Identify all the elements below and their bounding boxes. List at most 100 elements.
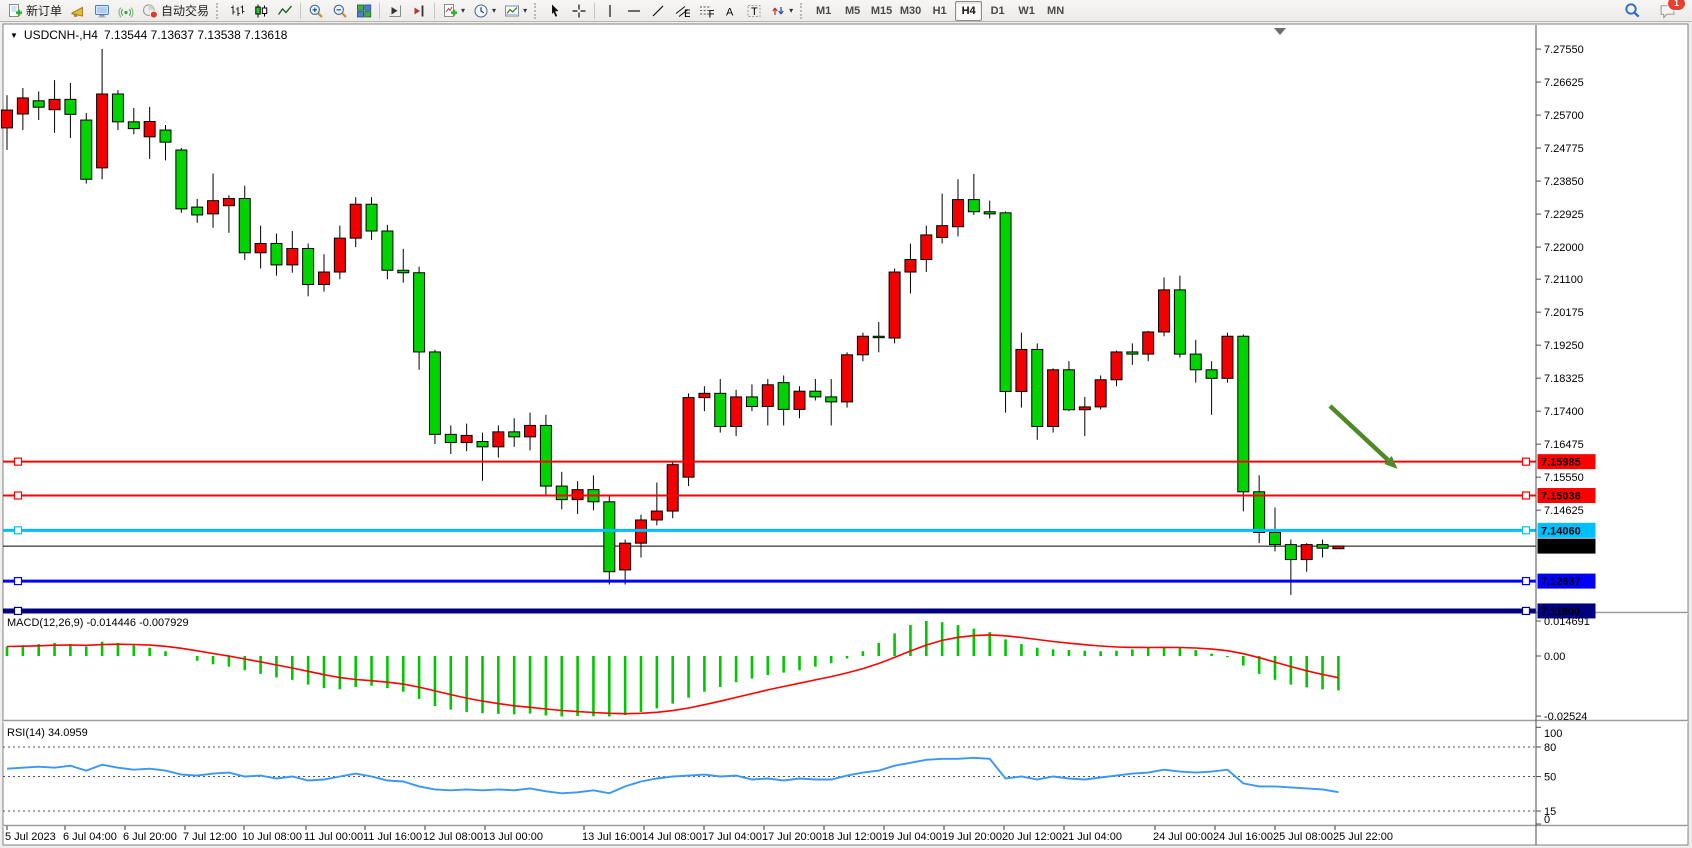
toolbar-grip	[216, 3, 221, 19]
svg-text:7.15036: 7.15036	[1541, 491, 1581, 503]
line-chart-button[interactable]	[273, 0, 297, 22]
svg-text:0: 0	[1544, 814, 1550, 826]
tf-M5[interactable]: M5	[839, 1, 866, 21]
svg-text:7.22000: 7.22000	[1544, 242, 1584, 254]
text-label-button[interactable]: T	[742, 0, 766, 22]
svg-text:19 Jul 20:00: 19 Jul 20:00	[942, 831, 1002, 843]
equidistant-channel-icon: E	[674, 3, 690, 19]
clock-icon	[473, 3, 489, 19]
auto-trading-label: 自动交易	[161, 2, 209, 19]
svg-text:A: A	[726, 6, 734, 18]
svg-text:0.014691: 0.014691	[1544, 616, 1590, 628]
chart-shift-icon	[411, 3, 427, 19]
tile-windows-button[interactable]	[352, 0, 376, 22]
svg-text:7.23850: 7.23850	[1544, 176, 1584, 188]
svg-text:50: 50	[1544, 772, 1556, 784]
search-button[interactable]	[1620, 0, 1645, 22]
zoom-out-icon	[332, 3, 348, 19]
tf-D1[interactable]: D1	[984, 1, 1011, 21]
trendline-icon	[650, 3, 666, 19]
svg-text:19 Jul 04:00: 19 Jul 04:00	[882, 831, 942, 843]
signal-icon	[118, 3, 134, 19]
fibonacci-icon: F	[698, 3, 714, 19]
search-icon	[1624, 2, 1641, 19]
terminal-button[interactable]	[90, 0, 114, 22]
auto-scroll-button[interactable]	[383, 0, 407, 22]
svg-text:10 Jul 08:00: 10 Jul 08:00	[242, 831, 302, 843]
toolbar-separator	[379, 3, 380, 19]
text-label-icon: T	[746, 3, 762, 19]
svg-text:17 Jul 20:00: 17 Jul 20:00	[762, 831, 822, 843]
equidistant-channel-button[interactable]: E	[670, 0, 694, 22]
tf-W1[interactable]: W1	[1013, 1, 1040, 21]
templates-button[interactable]: ▾	[500, 0, 531, 22]
periods-button[interactable]: ▾	[469, 0, 500, 22]
horn-button[interactable]	[66, 0, 90, 22]
bar-chart-icon	[229, 3, 245, 19]
svg-text:80: 80	[1544, 742, 1556, 754]
svg-text:7.16475: 7.16475	[1544, 439, 1584, 451]
candlestick-button[interactable]	[249, 0, 273, 22]
tf-M1[interactable]: M1	[810, 1, 837, 21]
tf-M15[interactable]: M15	[868, 1, 895, 21]
line-chart-icon	[277, 3, 293, 19]
candlestick-icon	[253, 3, 269, 19]
svg-text:F: F	[709, 8, 715, 19]
price-chart-canvas[interactable]: 7.275507.266257.257007.247757.238507.229…	[0, 0, 1692, 848]
zoom-out-button[interactable]	[328, 0, 352, 22]
fibonacci-button[interactable]: F	[694, 0, 718, 22]
horizontal-line-button[interactable]	[622, 0, 646, 22]
horizontal-line-icon	[626, 3, 642, 19]
zoom-in-icon	[308, 3, 324, 19]
svg-text:24 Jul 00:00: 24 Jul 00:00	[1153, 831, 1213, 843]
crosshair-button[interactable]	[567, 0, 591, 22]
cursor-arrow-icon	[547, 3, 563, 19]
arrows-icon	[770, 3, 786, 19]
auto-trading-button[interactable]: 自动交易	[138, 0, 213, 22]
toolbar-separator	[594, 3, 595, 19]
vertical-line-button[interactable]	[598, 0, 622, 22]
svg-text:7.18325: 7.18325	[1544, 373, 1584, 385]
tf-M30[interactable]: M30	[897, 1, 924, 21]
tf-H1[interactable]: H1	[926, 1, 953, 21]
trendline-button[interactable]	[646, 0, 670, 22]
svg-text:18 Jul 12:00: 18 Jul 12:00	[822, 831, 882, 843]
svg-text:7.24775: 7.24775	[1544, 143, 1584, 155]
cursor-button[interactable]	[543, 0, 567, 22]
svg-text:20 Jul 12:00: 20 Jul 12:00	[1002, 831, 1062, 843]
chat-button[interactable]: 1	[1655, 0, 1680, 22]
toolbar-grip	[534, 3, 539, 19]
signal-button[interactable]	[114, 0, 138, 22]
svg-text:6 Jul 04:00: 6 Jul 04:00	[63, 831, 117, 843]
main-toolbar: 新订单 自动交易	[0, 0, 1692, 22]
svg-text:17 Jul 04:00: 17 Jul 04:00	[702, 831, 762, 843]
svg-text:7.26625: 7.26625	[1544, 77, 1584, 89]
notification-badge: 1	[1667, 0, 1686, 11]
svg-text:7 Jul 12:00: 7 Jul 12:00	[183, 831, 237, 843]
text-icon: A	[722, 3, 738, 19]
vertical-line-icon	[602, 3, 618, 19]
text-button[interactable]: A	[718, 0, 742, 22]
tf-H4[interactable]: H4	[955, 1, 982, 21]
svg-text:25 Jul 08:00: 25 Jul 08:00	[1273, 831, 1333, 843]
auto-trading-icon	[142, 3, 158, 19]
timeframe-buttons: M1M5M15M30H1H4D1W1MN	[809, 1, 1070, 21]
indicators-button[interactable]: ▾	[438, 0, 469, 22]
bar-chart-button[interactable]	[225, 0, 249, 22]
chart-shift-button[interactable]	[407, 0, 431, 22]
svg-text:7.13618: 7.13618	[1541, 541, 1581, 553]
new-order-label: 新订单	[26, 2, 62, 19]
new-order-button[interactable]: 新订单	[3, 0, 66, 22]
svg-text:13 Jul 16:00: 13 Jul 16:00	[582, 831, 642, 843]
svg-text:7.15985: 7.15985	[1541, 457, 1581, 469]
toolbar-grip	[800, 3, 805, 19]
svg-text:25 Jul 22:00: 25 Jul 22:00	[1333, 831, 1393, 843]
horn-icon	[70, 3, 86, 19]
svg-text:7.14625: 7.14625	[1544, 505, 1584, 517]
arrows-button[interactable]: ▾	[766, 0, 797, 22]
indicators-icon	[442, 3, 458, 19]
zoom-in-button[interactable]	[304, 0, 328, 22]
templates-icon	[504, 3, 520, 19]
svg-text:7.27550: 7.27550	[1544, 44, 1584, 56]
tf-MN[interactable]: MN	[1042, 1, 1069, 21]
